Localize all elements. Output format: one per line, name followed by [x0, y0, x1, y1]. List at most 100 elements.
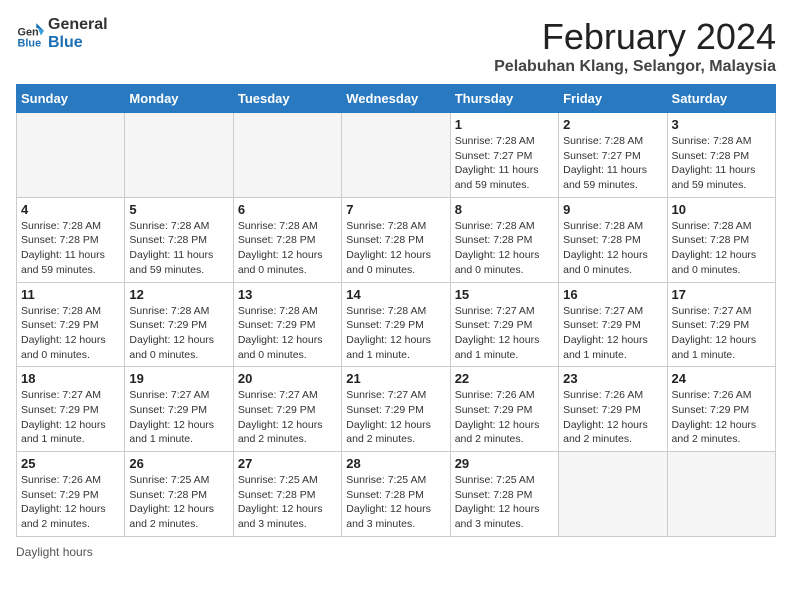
footer-note: Daylight hours — [16, 545, 776, 559]
day-number: 4 — [21, 202, 120, 217]
calendar-cell: 22Sunrise: 7:26 AM Sunset: 7:29 PM Dayli… — [450, 367, 558, 452]
calendar-cell: 19 Sunrise: 7:27 AM Sunset: 7:29 PM Dayli… — [125, 367, 233, 452]
day-info: Sunrise: 7:28 AM Sunset: 7:29 PM Dayligh… — [346, 304, 445, 363]
calendar-cell: 13 Sunrise: 7:28 AM Sunset: 7:29 PM Dayli… — [233, 282, 341, 367]
calendar-cell: 6 Sunrise: 7:28 AM Sunset: 7:28 PM Daylig… — [233, 197, 341, 282]
day-number: 1 — [455, 117, 554, 132]
day-number: 24 — [672, 371, 771, 386]
calendar-day-header: Friday — [559, 85, 667, 113]
page-subtitle: Pelabuhan Klang, Selangor, Malaysia — [494, 58, 776, 76]
calendar-week-row: 1 Sunrise: 7:28 AM Sunset: 7:27 PM Daylig… — [17, 113, 776, 198]
calendar-cell: 21Sunrise: 7:27 AM Sunset: 7:29 PM Dayli… — [342, 367, 450, 452]
day-number: 2 — [563, 117, 662, 132]
calendar-day-header: Thursday — [450, 85, 558, 113]
day-info: Sunrise: 7:27 AM Sunset: 7:29 PM Dayligh… — [672, 304, 771, 363]
day-number: 29 — [455, 456, 554, 471]
day-number: 23 — [563, 371, 662, 386]
calendar-cell: 3Sunrise: 7:28 AM Sunset: 7:28 PM Daylig… — [667, 113, 775, 198]
day-info: Sunrise: 7:28 AM Sunset: 7:27 PM Dayligh… — [563, 134, 662, 193]
calendar-cell: 14Sunrise: 7:28 AM Sunset: 7:29 PM Dayli… — [342, 282, 450, 367]
day-number: 5 — [129, 202, 228, 217]
calendar-day-header: Monday — [125, 85, 233, 113]
calendar-table: SundayMondayTuesdayWednesdayThursdayFrid… — [16, 84, 776, 537]
calendar-day-header: Sunday — [17, 85, 125, 113]
calendar-day-header: Wednesday — [342, 85, 450, 113]
day-number: 19 — [129, 371, 228, 386]
day-info: Sunrise: 7:27 AM Sunset: 7:29 PM Dayligh… — [455, 304, 554, 363]
day-info: Sunrise: 7:28 AM Sunset: 7:28 PM Dayligh… — [672, 219, 771, 278]
calendar-cell: 25Sunrise: 7:26 AM Sunset: 7:29 PM Dayli… — [17, 452, 125, 537]
day-number: 28 — [346, 456, 445, 471]
calendar-cell: 29 Sunrise: 7:25 AM Sunset: 7:28 PM Dayli… — [450, 452, 558, 537]
day-info: Sunrise: 7:28 AM Sunset: 7:27 PM Dayligh… — [455, 134, 554, 193]
day-number: 25 — [21, 456, 120, 471]
calendar-cell — [17, 113, 125, 198]
day-number: 15 — [455, 287, 554, 302]
logo-blue-text: Blue — [48, 34, 108, 52]
calendar-week-row: 11 Sunrise: 7:28 AM Sunset: 7:29 PM Dayli… — [17, 282, 776, 367]
calendar-cell: 10 Sunrise: 7:28 AM Sunset: 7:28 PM Dayli… — [667, 197, 775, 282]
day-info: Sunrise: 7:28 AM Sunset: 7:29 PM Dayligh… — [238, 304, 337, 363]
calendar-cell — [342, 113, 450, 198]
day-info: Sunrise: 7:27 AM Sunset: 7:29 PM Dayligh… — [563, 304, 662, 363]
day-number: 11 — [21, 287, 120, 302]
day-info: Sunrise: 7:27 AM Sunset: 7:29 PM Dayligh… — [129, 388, 228, 447]
calendar-cell: 4Sunrise: 7:28 AM Sunset: 7:28 PM Daylig… — [17, 197, 125, 282]
calendar-cell: 1 Sunrise: 7:28 AM Sunset: 7:27 PM Daylig… — [450, 113, 558, 198]
calendar-cell: 15 Sunrise: 7:27 AM Sunset: 7:29 PM Dayli… — [450, 282, 558, 367]
calendar-cell: 7 Sunrise: 7:28 AM Sunset: 7:28 PM Daylig… — [342, 197, 450, 282]
calendar-cell: 16 Sunrise: 7:27 AM Sunset: 7:29 PM Dayli… — [559, 282, 667, 367]
calendar-cell — [233, 113, 341, 198]
calendar-cell — [559, 452, 667, 537]
day-number: 7 — [346, 202, 445, 217]
day-info: Sunrise: 7:28 AM Sunset: 7:29 PM Dayligh… — [129, 304, 228, 363]
calendar-cell: 23 Sunrise: 7:26 AM Sunset: 7:29 PM Dayli… — [559, 367, 667, 452]
day-info: Sunrise: 7:26 AM Sunset: 7:29 PM Dayligh… — [672, 388, 771, 447]
day-info: Sunrise: 7:28 AM Sunset: 7:29 PM Dayligh… — [21, 304, 120, 363]
day-info: Sunrise: 7:25 AM Sunset: 7:28 PM Dayligh… — [129, 473, 228, 532]
calendar-cell: 5 Sunrise: 7:28 AM Sunset: 7:28 PM Daylig… — [125, 197, 233, 282]
day-info: Sunrise: 7:28 AM Sunset: 7:28 PM Dayligh… — [455, 219, 554, 278]
calendar-cell: 8 Sunrise: 7:28 AM Sunset: 7:28 PM Daylig… — [450, 197, 558, 282]
calendar-day-header: Saturday — [667, 85, 775, 113]
day-number: 18 — [21, 371, 120, 386]
page-title: February 2024 — [494, 16, 776, 58]
day-number: 6 — [238, 202, 337, 217]
day-info: Sunrise: 7:25 AM Sunset: 7:28 PM Dayligh… — [455, 473, 554, 532]
calendar-day-header: Tuesday — [233, 85, 341, 113]
calendar-cell — [125, 113, 233, 198]
logo-general-text: General — [48, 16, 108, 34]
day-number: 20 — [238, 371, 337, 386]
day-info: Sunrise: 7:28 AM Sunset: 7:28 PM Dayligh… — [346, 219, 445, 278]
day-info: Sunrise: 7:27 AM Sunset: 7:29 PM Dayligh… — [21, 388, 120, 447]
calendar-cell: 17Sunrise: 7:27 AM Sunset: 7:29 PM Dayli… — [667, 282, 775, 367]
day-number: 26 — [129, 456, 228, 471]
day-info: Sunrise: 7:25 AM Sunset: 7:28 PM Dayligh… — [346, 473, 445, 532]
day-info: Sunrise: 7:28 AM Sunset: 7:28 PM Dayligh… — [238, 219, 337, 278]
day-number: 8 — [455, 202, 554, 217]
day-info: Sunrise: 7:26 AM Sunset: 7:29 PM Dayligh… — [563, 388, 662, 447]
day-number: 16 — [563, 287, 662, 302]
calendar-cell — [667, 452, 775, 537]
day-number: 21 — [346, 371, 445, 386]
svg-text:Blue: Blue — [18, 37, 42, 48]
title-area: February 2024 Pelabuhan Klang, Selangor,… — [494, 16, 776, 76]
day-number: 13 — [238, 287, 337, 302]
calendar-cell: 24 Sunrise: 7:26 AM Sunset: 7:29 PM Dayli… — [667, 367, 775, 452]
day-number: 27 — [238, 456, 337, 471]
calendar-week-row: 25Sunrise: 7:26 AM Sunset: 7:29 PM Dayli… — [17, 452, 776, 537]
calendar-week-row: 4 Sunrise: 7:28 AM Sunset: 7:28 PM Daylig… — [17, 197, 776, 282]
day-info: Sunrise: 7:26 AM Sunset: 7:29 PM Dayligh… — [455, 388, 554, 447]
day-info: Sunrise: 7:28 AM Sunset: 7:28 PM Dayligh… — [129, 219, 228, 278]
calendar-cell: 20 Sunrise: 7:27 AM Sunset: 7:29 PM Dayli… — [233, 367, 341, 452]
day-number: 9 — [563, 202, 662, 217]
day-number: 10 — [672, 202, 771, 217]
calendar-cell: 2 Sunrise: 7:28 AM Sunset: 7:27 PM Daylig… — [559, 113, 667, 198]
day-info: Sunrise: 7:27 AM Sunset: 7:29 PM Dayligh… — [238, 388, 337, 447]
calendar-cell: 27Sunrise: 7:25 AM Sunset: 7:28 PM Dayli… — [233, 452, 341, 537]
calendar-cell: 12Sunrise: 7:28 AM Sunset: 7:29 PM Dayli… — [125, 282, 233, 367]
calendar-header-row: SundayMondayTuesdayWednesdayThursdayFrid… — [17, 85, 776, 113]
day-info: Sunrise: 7:28 AM Sunset: 7:28 PM Dayligh… — [672, 134, 771, 193]
calendar-cell: 9Sunrise: 7:28 AM Sunset: 7:28 PM Daylig… — [559, 197, 667, 282]
logo-icon: Gen Blue — [16, 20, 44, 48]
